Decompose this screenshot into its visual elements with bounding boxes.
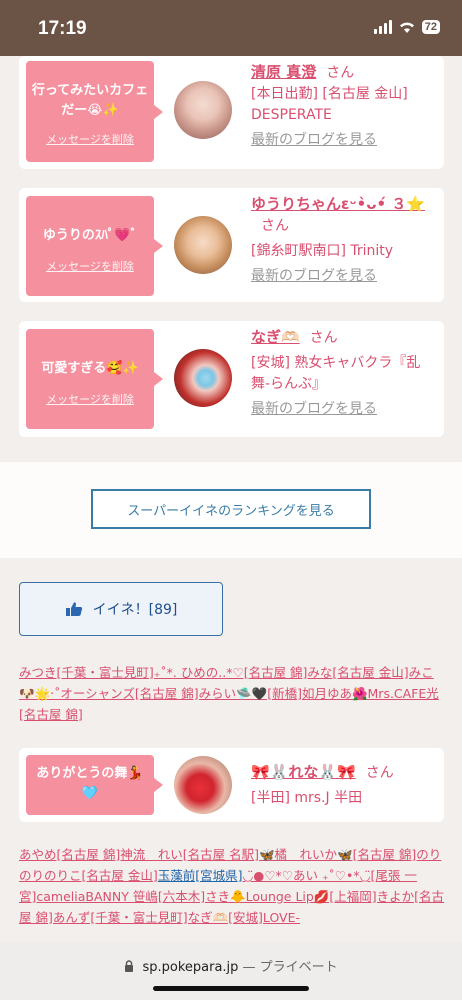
wifi-icon <box>399 22 414 33</box>
honorific: さん <box>365 765 394 781</box>
browser-bottom-bar: sp.pokepara.jp — プライベート <box>0 942 462 1000</box>
cast-detail: [錦糸町駅南口] Trinity <box>251 243 394 259</box>
honorific: さん <box>261 218 289 234</box>
honorific: さん <box>326 65 355 81</box>
cast-name-link[interactable]: 清原 真澄 <box>251 63 316 81</box>
status-bar: 17:19 72 <box>0 0 462 56</box>
latest-blog-link[interactable]: 最新のブログを見る <box>251 399 439 420</box>
status-icons: 72 <box>373 20 440 34</box>
likers-list: みつき[千葉・富士見町]₊˚*. ひめの..*♡[名古屋 錦]みな[名古屋 金山… <box>19 662 445 725</box>
cast-name-link[interactable]: なぎ🫶🏻 <box>251 328 300 346</box>
super-iine-ranking-button[interactable]: スーパーイイネのランキングを見る <box>91 489 371 529</box>
message-text: ゆうりのｽﾊﾟ💗ﾞ <box>42 228 138 243</box>
iine-label: イイネ！[89] <box>92 602 178 618</box>
avatar[interactable] <box>174 349 232 407</box>
message-bubble: ゆうりのｽﾊﾟ💗ﾞ メッセージを削除 <box>26 196 163 296</box>
message-card: 可愛すぎる🥰✨ メッセージを削除 なぎ🫶🏻 さん [安城] 熟女キャバクラ『乱舞-… <box>19 321 444 437</box>
avatar[interactable] <box>174 81 232 139</box>
cast-detail: [本日出勤] [名古屋 金山] DESPERATE <box>251 86 408 123</box>
lock-icon <box>125 960 134 972</box>
iine-button[interactable]: イイネ！[89] <box>19 582 223 636</box>
message-card: ゆうりのｽﾊﾟ💗ﾞ メッセージを削除 ゆうりちゃんεᵕ•̀ᴗ•́ ３⭐ さん [錦… <box>19 188 444 302</box>
avatar[interactable] <box>174 216 232 274</box>
delete-message-link[interactable]: メッセージを削除 <box>26 258 154 274</box>
message-bubble: ありがとうの舞💃🩵 <box>26 755 163 815</box>
thanks-card: ありがとうの舞💃🩵 🎀🐰れな🐰🎀 さん [半田] mrs.J 半田 <box>19 748 444 822</box>
signal-icon <box>373 20 392 34</box>
url-text: sp.pokepara.jp <box>142 960 239 975</box>
cast-name-link[interactable]: 🎀🐰れな🐰🎀 <box>251 763 356 781</box>
cast-detail: [半田] mrs.J 半田 <box>251 790 363 806</box>
message-bubble: 可愛すぎる🥰✨ メッセージを削除 <box>26 329 163 429</box>
privacy-label: — プライベート <box>242 960 338 975</box>
message-card: 行ってみたいカフェだー😭✨ メッセージを削除 清原 真澄 さん [本日出勤] [名… <box>19 56 444 169</box>
message-text: 行ってみたいカフェだー😭✨ <box>31 83 149 118</box>
cast-detail: [安城] 熟女キャバクラ『乱舞-らんぶ』 <box>251 355 421 392</box>
likers-link[interactable]: みつき[千葉・富士見町]₊˚*. ひめの..*♡[名古屋 錦]みな[名古屋 金山… <box>19 665 439 722</box>
likers-link-visited[interactable]: 玉藻前[宮城県] <box>158 868 243 883</box>
delete-message-link[interactable]: メッセージを削除 <box>26 131 154 147</box>
honorific: さん <box>309 330 338 346</box>
status-time: 17:19 <box>38 18 87 39</box>
message-text: ありがとうの舞💃🩵 <box>36 766 144 801</box>
delete-message-link[interactable]: メッセージを削除 <box>26 391 154 407</box>
latest-blog-link[interactable]: 最新のブログを見る <box>251 266 439 287</box>
message-text: 可愛すぎる🥰✨ <box>41 361 139 376</box>
battery-icon: 72 <box>421 20 440 34</box>
latest-blog-link[interactable]: 最新のブログを見る <box>251 130 439 151</box>
url-bar[interactable]: sp.pokepara.jp — プライベート <box>0 956 462 975</box>
message-bubble: 行ってみたいカフェだー😭✨ メッセージを削除 <box>26 61 163 162</box>
thumbs-up-icon <box>65 602 82 616</box>
cast-name-link[interactable]: ゆうりちゃんεᵕ•̀ᴗ•́ ３⭐ <box>251 195 425 213</box>
avatar[interactable] <box>174 756 232 814</box>
bottom-likers-list: あやめ[名古屋 錦]神流 れい[名古屋 名駅]🦋橘 れいか🦋[名古屋 錦]のりの… <box>19 844 445 940</box>
home-indicator[interactable] <box>153 986 309 991</box>
